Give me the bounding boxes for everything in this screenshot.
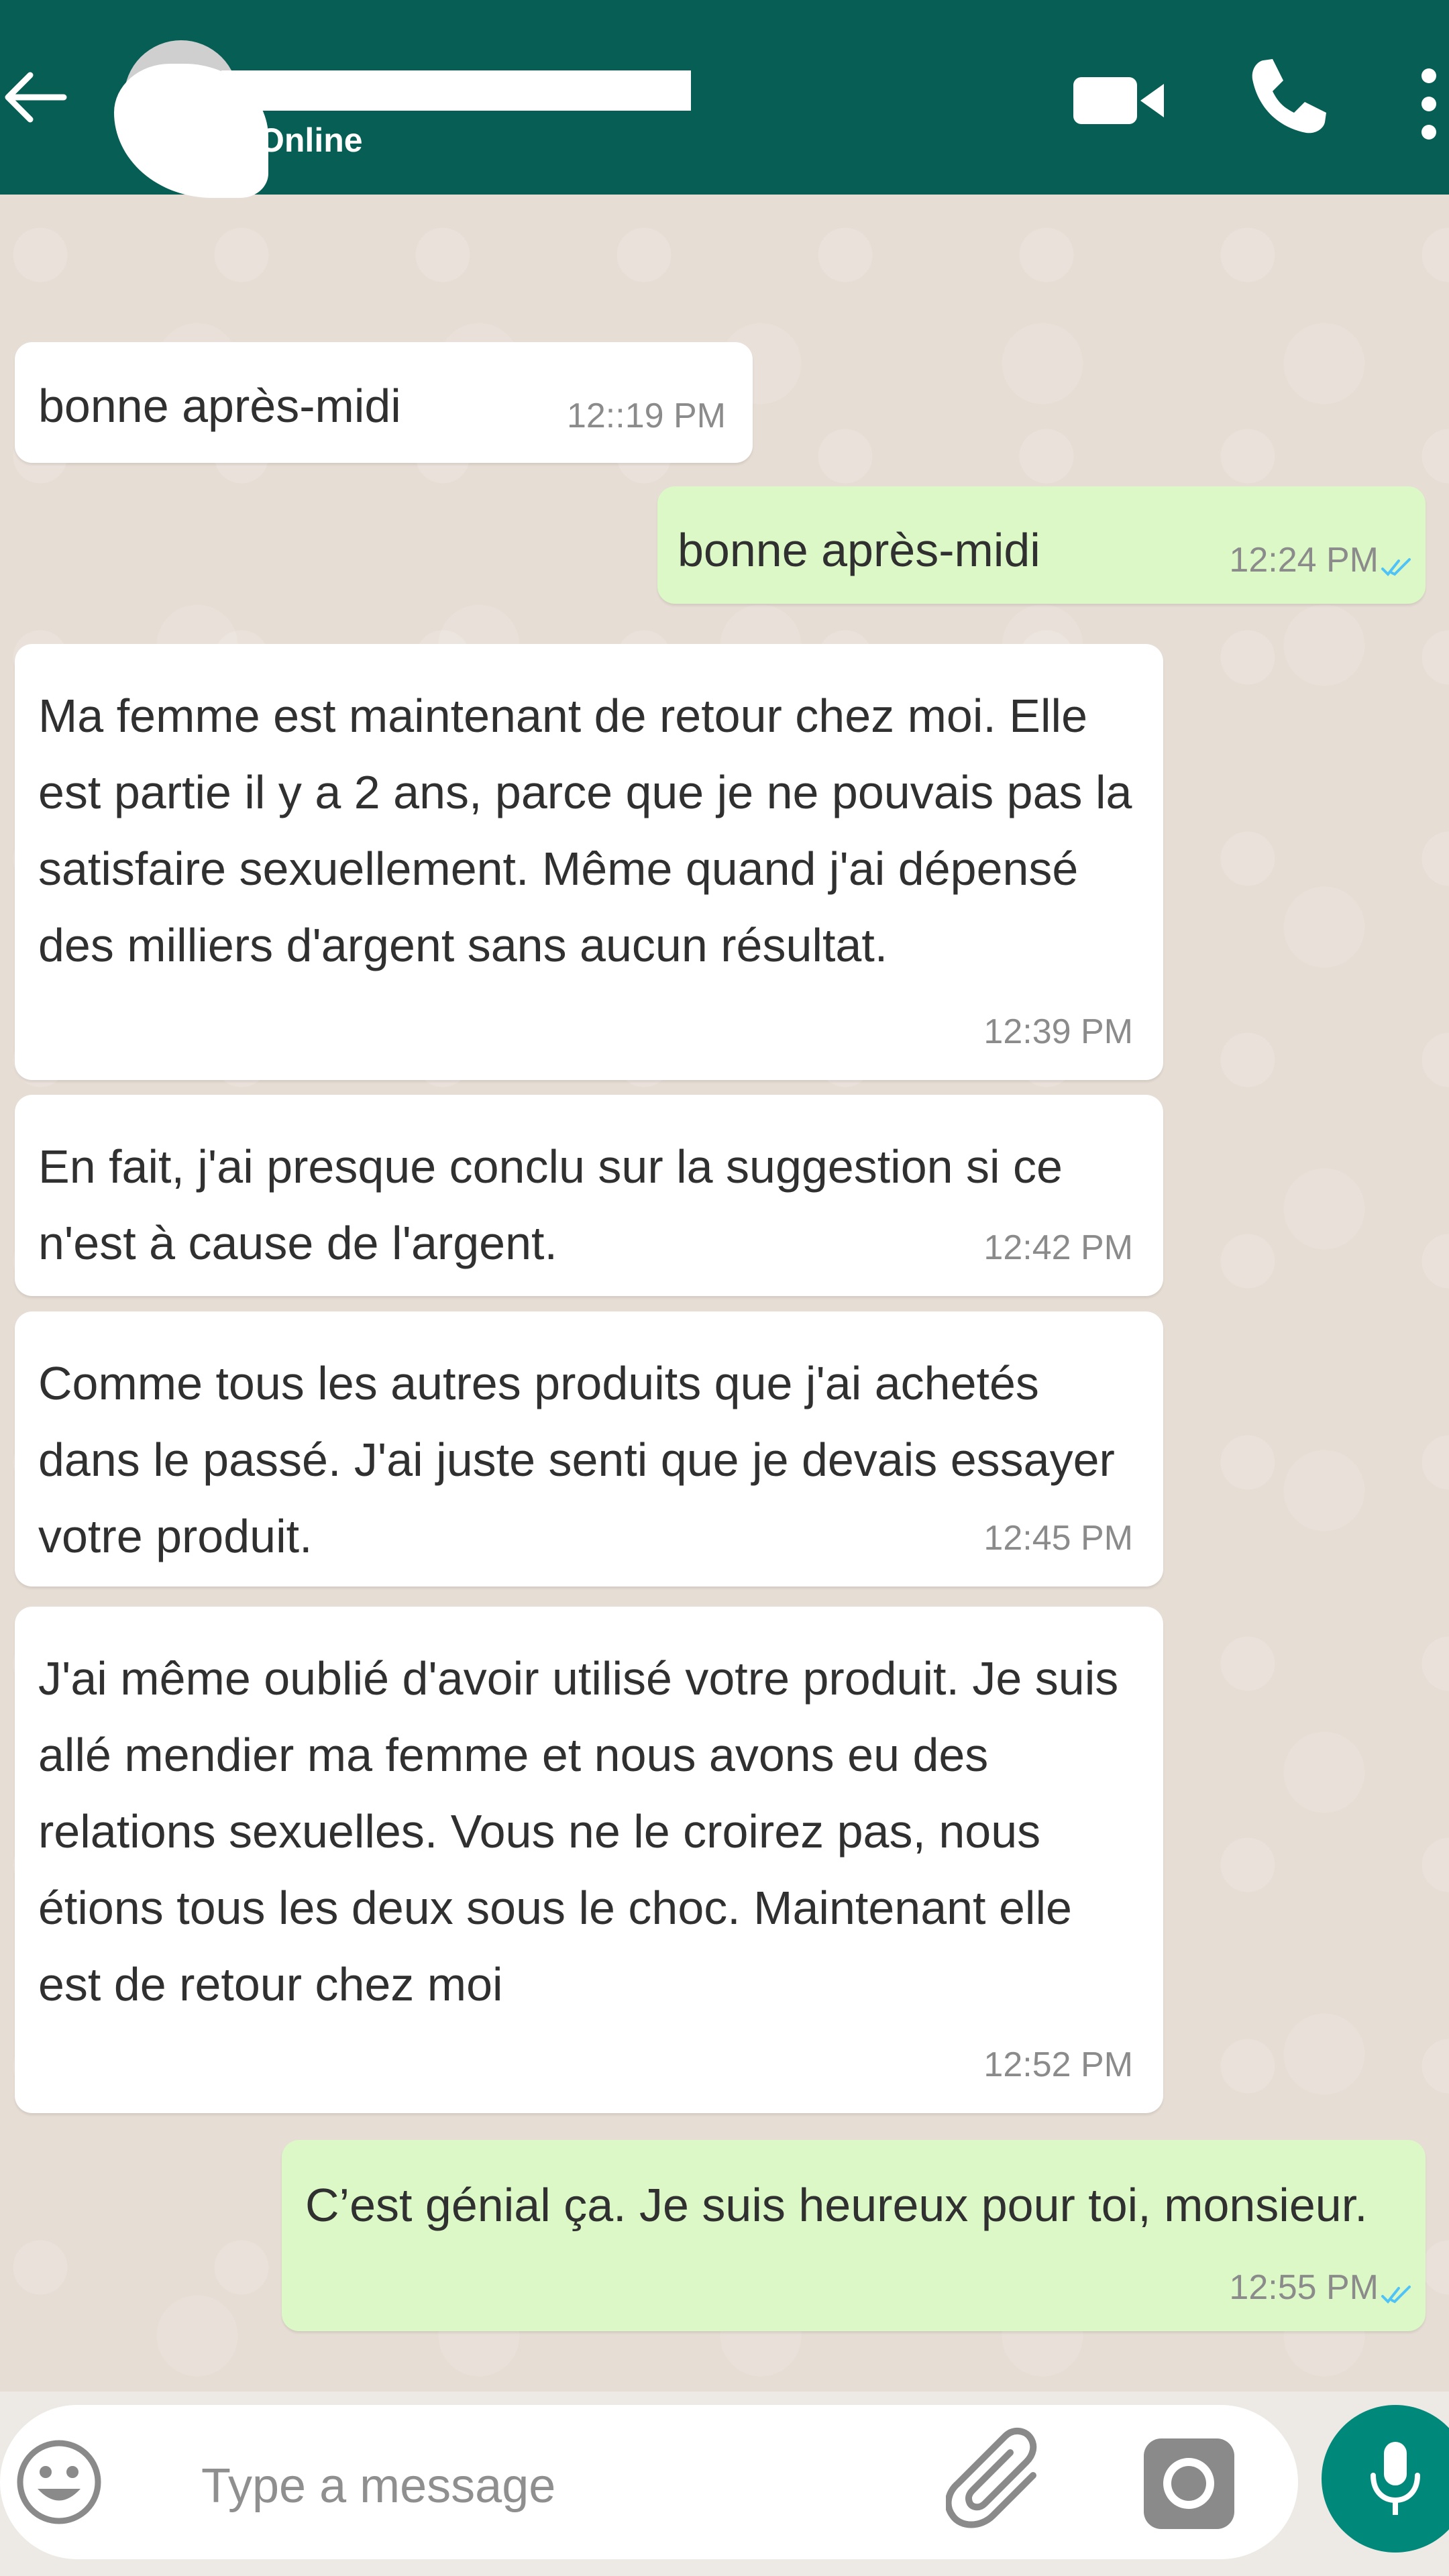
message-text: J'ai même oublié d'avoir utilisé votre p… [38,1652,1119,2010]
phone-icon[interactable] [1244,54,1332,141]
message-incoming[interactable]: Ma femme est maintenant de retour chez m… [15,644,1163,1080]
message-incoming[interactable]: Comme tous les autres produits que j'ai … [15,1311,1163,1587]
camera-icon[interactable] [1140,2435,1238,2532]
message-outgoing[interactable]: C’est génial ça. Je suis heureux pour to… [282,2140,1426,2331]
more-vert-icon[interactable] [1415,64,1442,144]
message-text: C’est génial ça. Je suis heureux pour to… [305,2179,1368,2231]
video-call-icon[interactable] [1073,70,1167,131]
message-incoming[interactable]: bonne après-midi 12::19 PM [15,342,753,463]
message-incoming[interactable]: J'ai même oublié d'avoir utilisé votre p… [15,1607,1163,2113]
message-text: En fait, j'ai presque conclu sur la sugg… [38,1140,1063,1269]
message-text: Comme tous les autres produits que j'ai … [38,1357,1115,1562]
message-text: bonne après-midi [38,380,401,432]
message-time: 12:55 PM [1229,2268,1379,2307]
message-time: 12:45 PM [983,1519,1133,1558]
mic-icon[interactable] [1365,2438,1426,2519]
message-time: 12:42 PM [983,1228,1133,1267]
message-incoming[interactable]: En fait, j'ai presque conclu sur la sugg… [15,1095,1163,1296]
emoji-icon[interactable] [12,2435,106,2529]
message-time: 12:24 PM [1229,541,1379,580]
message-input-placeholder[interactable]: Type a message [201,2459,555,2514]
message-input[interactable] [0,2405,1298,2559]
contact-status: Online [258,121,363,159]
message-time: 12:52 PM [983,2045,1133,2084]
message-text: Ma femme est maintenant de retour chez m… [38,690,1132,971]
message-time: 12::19 PM [566,396,726,435]
attach-icon[interactable] [946,2422,1053,2536]
chat-header: Online [0,0,1449,198]
back-arrow-icon[interactable] [0,60,74,134]
message-outgoing[interactable]: bonne après-midi 12:24 PM [657,486,1426,604]
message-text: bonne après-midi [678,524,1040,576]
message-time: 12:39 PM [983,1012,1133,1051]
read-ticks-icon [1381,2286,1411,2304]
read-ticks-icon [1381,558,1411,576]
contact-name-redaction[interactable] [221,70,691,111]
